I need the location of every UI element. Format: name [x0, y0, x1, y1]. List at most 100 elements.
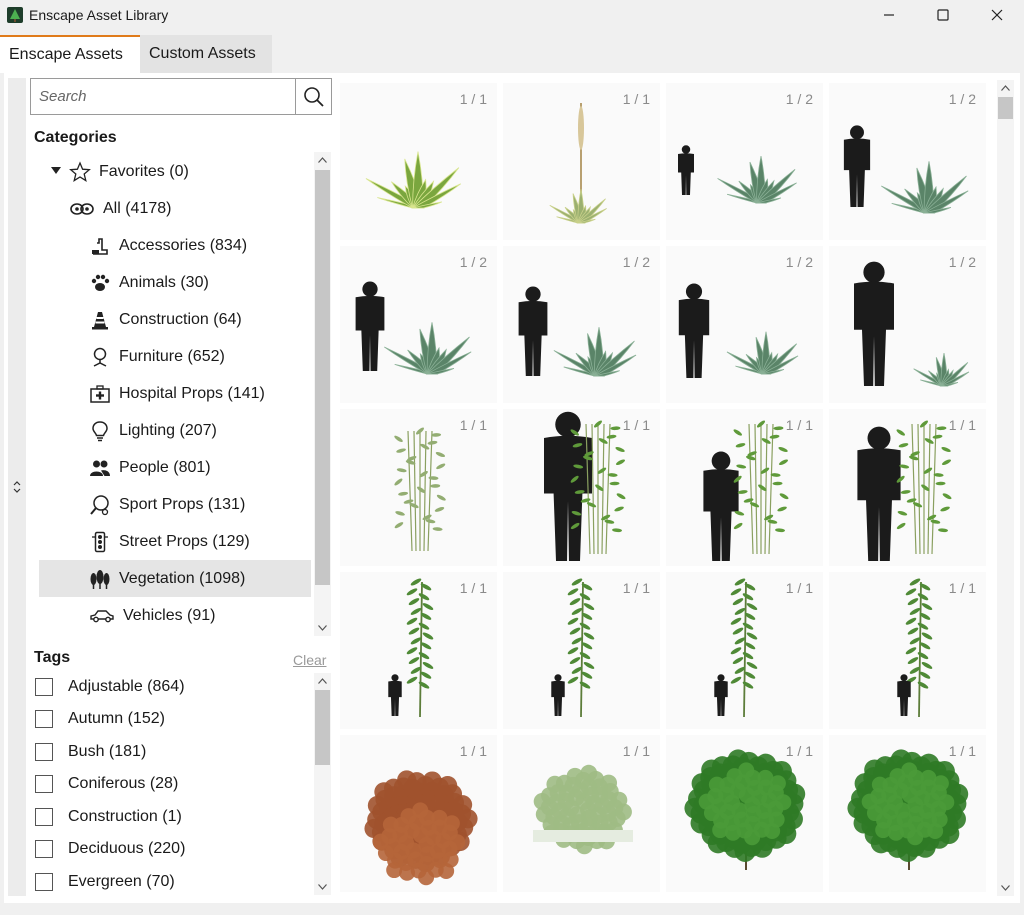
asset-grid-scrollbar[interactable]: [997, 80, 1014, 896]
main-content: Categories Favorites (0) All (4178): [4, 73, 1020, 903]
variant-count: 1 / 2: [622, 254, 650, 270]
maximize-button[interactable]: [916, 0, 970, 30]
sidebar-collapse-toggle[interactable]: [8, 78, 26, 896]
tag-item-coniferous[interactable]: Coniferous (28): [34, 768, 178, 800]
scroll-up-icon[interactable]: [314, 152, 331, 168]
category-label: Vehicles (91): [123, 606, 216, 624]
asset-tile[interactable]: 1 / 2: [829, 83, 986, 240]
category-label: Sport Props (131): [119, 495, 246, 513]
search-input[interactable]: [31, 79, 295, 114]
asset-tile[interactable]: 1 / 1: [666, 735, 823, 892]
asset-tile[interactable]: 1 / 1: [829, 572, 986, 729]
search-button[interactable]: [295, 79, 331, 114]
sport-icon: [89, 494, 111, 516]
category-vehicles[interactable]: Vehicles (91): [89, 597, 311, 634]
asset-tile[interactable]: 1 / 1: [503, 572, 660, 729]
category-people[interactable]: People (801): [89, 449, 311, 486]
category-vegetation[interactable]: Vegetation (1098): [39, 560, 311, 597]
tab-enscape-assets[interactable]: Enscape Assets: [0, 35, 140, 73]
category-animals[interactable]: Animals (30): [89, 264, 311, 301]
minimize-button[interactable]: [862, 0, 916, 30]
tab-custom-assets[interactable]: Custom Assets: [140, 35, 272, 73]
variant-count: 1 / 1: [948, 580, 976, 596]
category-hospital-props[interactable]: Hospital Props (141): [89, 375, 311, 412]
scroll-down-icon[interactable]: [314, 879, 331, 895]
chevron-collapse-icon: [13, 481, 21, 493]
expand-arrow-icon[interactable]: [51, 166, 61, 178]
asset-tile[interactable]: 1 / 1: [829, 409, 986, 566]
category-scrollbar[interactable]: [314, 152, 331, 636]
category-street-props[interactable]: Street Props (129): [89, 523, 311, 560]
clear-tags-link[interactable]: Clear: [293, 652, 326, 668]
category-scroll-thumb[interactable]: [315, 170, 330, 585]
asset-tile[interactable]: 1 / 1: [340, 409, 497, 566]
tag-checkbox[interactable]: [35, 678, 53, 696]
asset-tile[interactable]: 1 / 2: [340, 246, 497, 403]
tag-item-adjustable[interactable]: Adjustable (864): [34, 671, 185, 703]
asset-tile[interactable]: 1 / 1: [340, 735, 497, 892]
asset-tile[interactable]: 1 / 2: [666, 246, 823, 403]
category-lighting[interactable]: Lighting (207): [89, 412, 311, 449]
asset-tile[interactable]: 1 / 1: [829, 735, 986, 892]
category-sport-props[interactable]: Sport Props (131): [89, 486, 311, 523]
asset-grid: 1 / 1 1 / 1 1 / 2 1 / 2 1 / 2 1 / 2 1 / …: [338, 79, 994, 897]
asset-tile[interactable]: 1 / 2: [503, 246, 660, 403]
category-furniture[interactable]: Furniture (652): [89, 338, 311, 375]
variant-count: 1 / 2: [948, 91, 976, 107]
scroll-up-icon[interactable]: [997, 80, 1014, 96]
tag-item-autumn[interactable]: Autumn (152): [34, 703, 165, 735]
asset-tile[interactable]: 1 / 1: [503, 83, 660, 240]
category-list: Favorites (0) All (4178) Accessories (83…: [39, 153, 311, 636]
category-favorites[interactable]: Favorites (0): [69, 153, 299, 190]
traffic-cone-icon: [89, 309, 111, 331]
asset-tile[interactable]: 1 / 1: [666, 409, 823, 566]
asset-tile[interactable]: 1 / 1: [340, 572, 497, 729]
variant-count: 1 / 1: [622, 743, 650, 759]
tag-checkbox[interactable]: [35, 873, 53, 891]
asset-tile[interactable]: 1 / 2: [829, 246, 986, 403]
asset-library-window: Enscape Asset Library Enscape Assets Cus…: [0, 0, 1024, 915]
category-accessories[interactable]: Accessories (834): [89, 227, 311, 264]
close-button[interactable]: [970, 0, 1024, 30]
tag-label: Autumn (152): [68, 710, 165, 727]
tag-checkbox[interactable]: [35, 710, 53, 728]
scroll-up-icon[interactable]: [314, 673, 331, 689]
category-label: All (4178): [103, 199, 172, 217]
window-controls: [862, 0, 1024, 30]
asset-grid-scroll-thumb[interactable]: [998, 97, 1013, 119]
tags-scrollbar[interactable]: [314, 673, 331, 895]
search-box: [30, 78, 332, 115]
traffic-light-icon: [89, 531, 111, 553]
tag-item-deciduous[interactable]: Deciduous (220): [34, 833, 185, 865]
scroll-down-icon[interactable]: [997, 880, 1014, 896]
variant-count: 1 / 1: [785, 417, 813, 433]
category-label: Hospital Props (141): [119, 384, 265, 402]
category-all[interactable]: All (4178): [69, 190, 299, 227]
tag-checkbox[interactable]: [35, 743, 53, 761]
variant-count: 1 / 1: [622, 580, 650, 596]
tag-checkbox[interactable]: [35, 840, 53, 858]
tag-label: Construction (1): [68, 808, 182, 825]
first-aid-icon: [89, 383, 111, 405]
trees-icon: [89, 568, 111, 590]
category-construction[interactable]: Construction (64): [89, 301, 311, 338]
star-icon: [69, 160, 91, 183]
tag-item-construction[interactable]: Construction (1): [34, 801, 182, 833]
variant-count: 1 / 1: [459, 417, 487, 433]
asset-tile[interactable]: 1 / 2: [666, 83, 823, 240]
scroll-down-icon[interactable]: [314, 620, 331, 636]
asset-tile[interactable]: 1 / 1: [666, 572, 823, 729]
category-label: Animals (30): [119, 273, 209, 291]
tag-checkbox[interactable]: [35, 808, 53, 826]
paw-icon: [89, 272, 111, 294]
tag-item-evergreen[interactable]: Evergreen (70): [34, 866, 175, 896]
asset-tile[interactable]: 1 / 1: [503, 735, 660, 892]
tag-item-bush[interactable]: Bush (181): [34, 736, 146, 768]
variant-count: 1 / 1: [948, 743, 976, 759]
app-logo-icon: [7, 7, 23, 23]
tags-scroll-thumb[interactable]: [315, 690, 330, 765]
tag-checkbox[interactable]: [35, 775, 53, 793]
category-label: Construction (64): [119, 310, 242, 328]
asset-tile[interactable]: 1 / 1: [503, 409, 660, 566]
asset-tile[interactable]: 1 / 1: [340, 83, 497, 240]
